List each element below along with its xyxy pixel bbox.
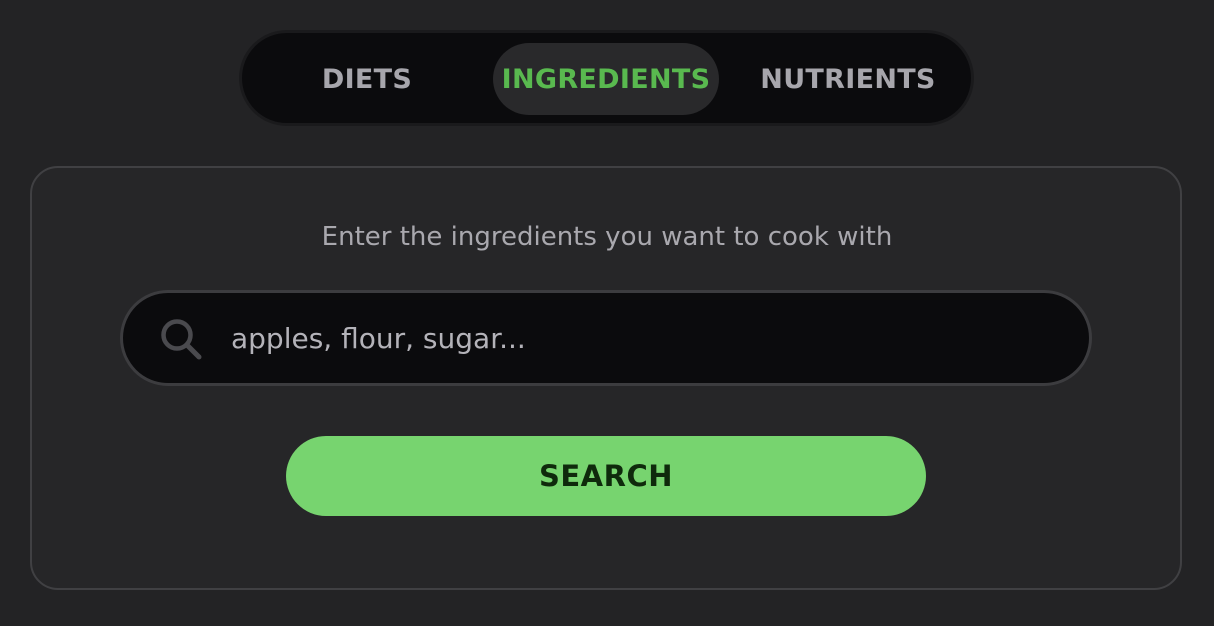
ingredients-prompt: Enter the ingredients you want to cook w… xyxy=(321,222,893,252)
tab-ingredients[interactable]: INGREDIENTS xyxy=(493,43,719,115)
search-button-label: SEARCH xyxy=(538,459,674,493)
tab-nutrients[interactable]: NUTRIENTS xyxy=(737,43,959,115)
ingredient-search-input[interactable] xyxy=(229,313,1049,363)
search-button[interactable]: SEARCH xyxy=(286,436,926,516)
ingredient-search-field[interactable] xyxy=(120,290,1092,386)
search-icon xyxy=(161,319,202,360)
tab-diets[interactable]: DIETS xyxy=(272,43,462,115)
tab-bar: DIETS INGREDIENTS NUTRIENTS xyxy=(239,30,974,126)
